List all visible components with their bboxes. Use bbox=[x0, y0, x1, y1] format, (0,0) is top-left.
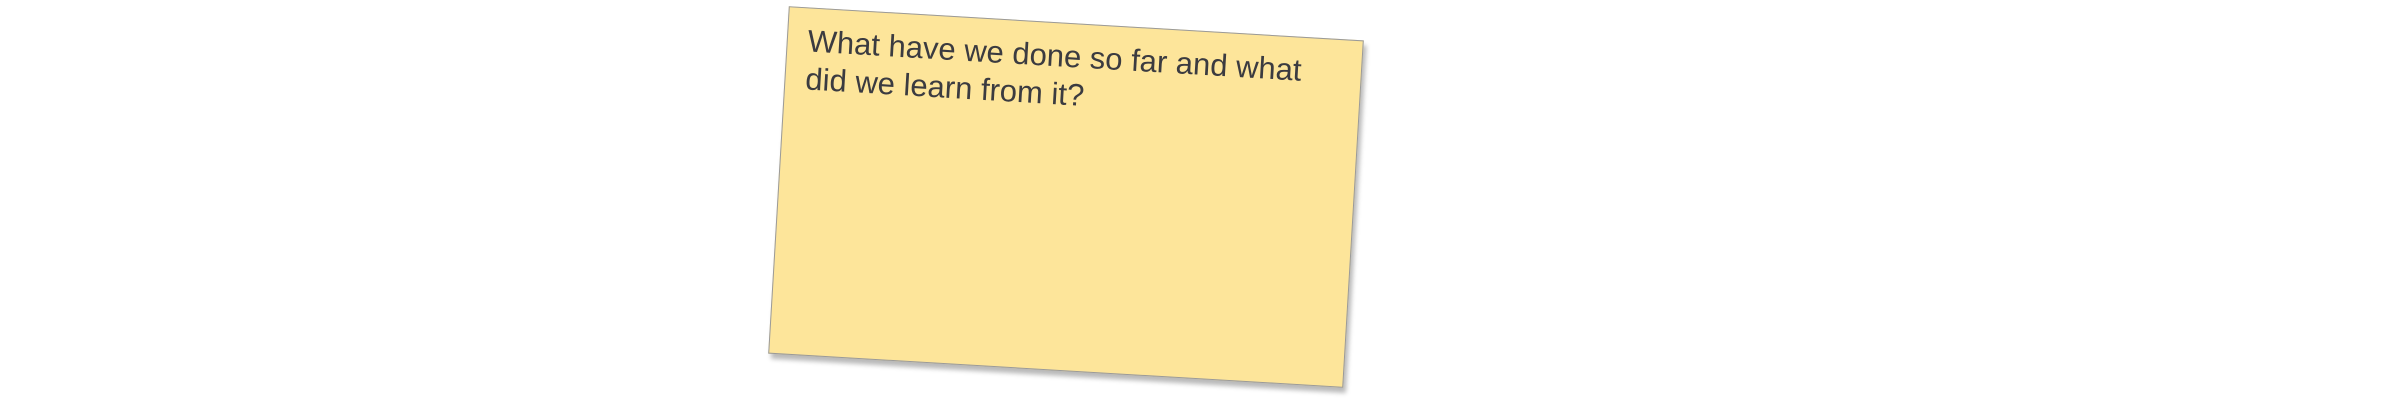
slide-canvas: What have we done so far and what did we… bbox=[0, 0, 2400, 405]
sticky-note[interactable]: What have we done so far and what did we… bbox=[768, 6, 1364, 388]
sticky-note-text: What have we done so far and what did we… bbox=[804, 23, 1303, 113]
